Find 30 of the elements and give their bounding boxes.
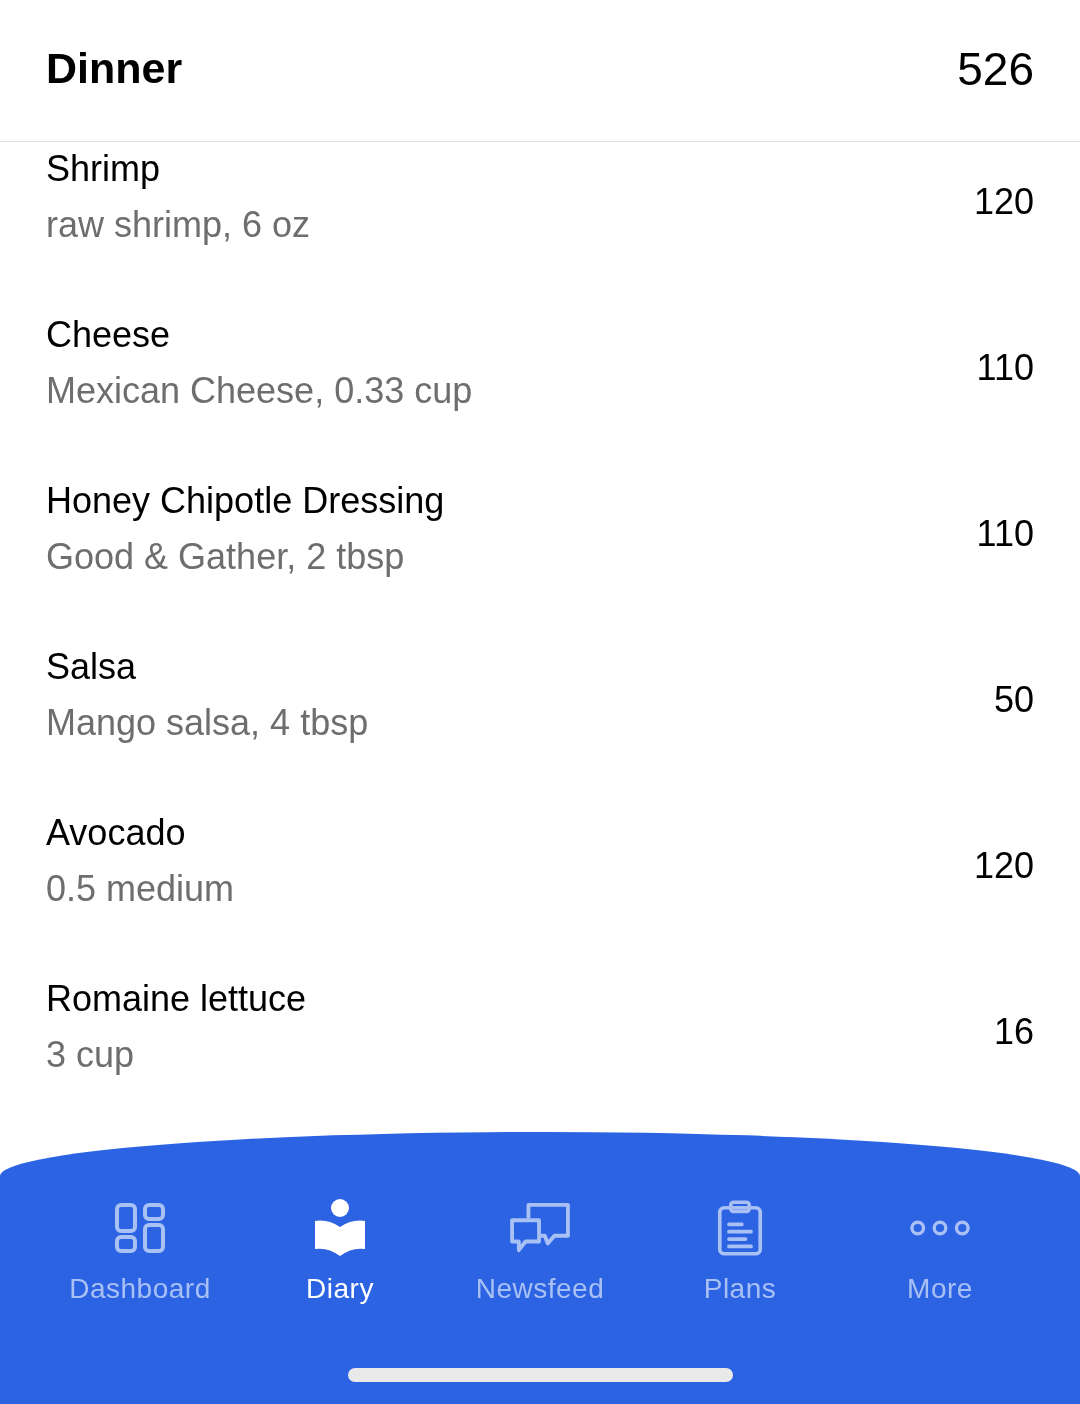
food-name: Cheese [46, 313, 172, 357]
nav-tab[interactable]: Plans [640, 1132, 840, 1306]
food-name: Romaine lettuce [46, 977, 307, 1021]
food-detail: Good & Gather, 2 tbsp [46, 535, 406, 579]
nav-tab[interactable]: Newsfeed [440, 1132, 640, 1306]
nav-tab[interactable]: More [840, 1132, 1040, 1306]
food-calories: 120 [973, 844, 1034, 887]
food-calories: 50 [993, 678, 1034, 721]
meal-title: Dinner [46, 44, 183, 93]
food-detail: Mango salsa, 4 tbsp [46, 701, 369, 745]
meal-calories: 526 [957, 41, 1034, 96]
grid-icon [115, 1203, 165, 1253]
chat-bubbles-icon [509, 1202, 571, 1254]
more-icon [909, 1219, 971, 1237]
food-name: Avocado [46, 811, 187, 855]
clipboard-icon [717, 1200, 763, 1256]
nav-tab[interactable]: Dashboard [40, 1132, 240, 1306]
food-calories: 16 [993, 1010, 1034, 1053]
food-detail: 0.5 medium [46, 867, 235, 911]
food-calories: 110 [976, 512, 1034, 555]
food-name: Honey Chipotle Dressing [46, 479, 445, 523]
food-calories: 110 [976, 346, 1034, 389]
book-reader-icon [314, 1199, 366, 1257]
food-name: Salsa [46, 645, 138, 689]
food-detail: 3 cup [46, 1033, 136, 1077]
nav-tab[interactable]: Diary [240, 1132, 440, 1306]
food-detail: raw shrimp, 6 oz [46, 203, 311, 247]
food-name: Shrimp [46, 147, 162, 191]
food-detail: Mexican Cheese, 0.33 cup [46, 369, 473, 413]
food-calories: 120 [973, 180, 1034, 223]
